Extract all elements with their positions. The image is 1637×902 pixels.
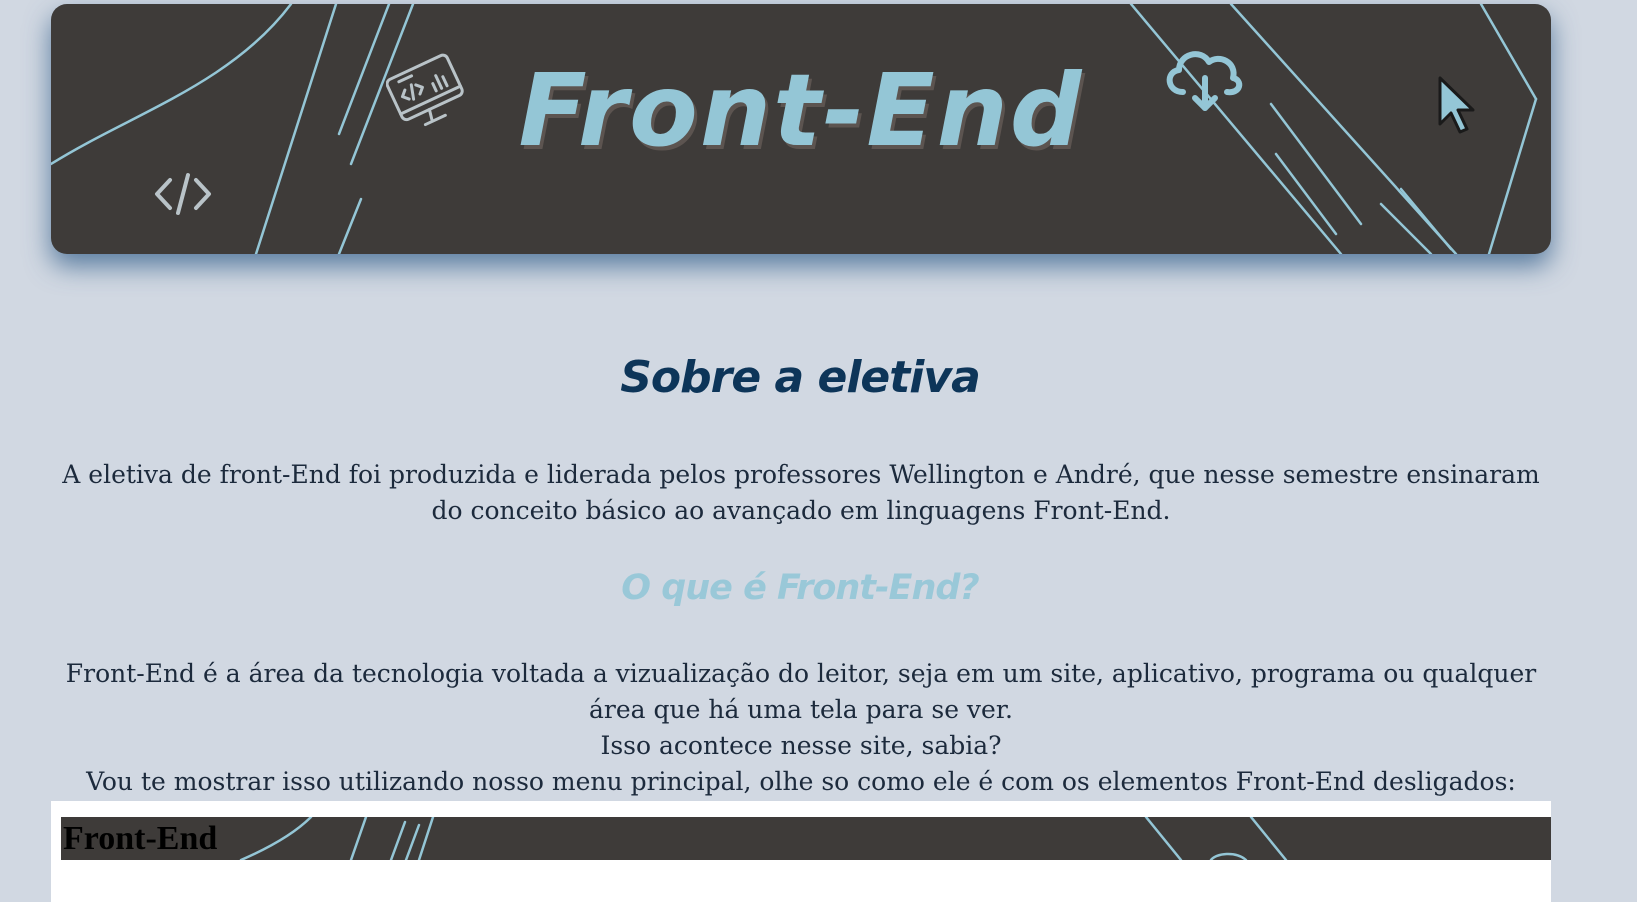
unstyled-menu-demo: Front-End	[51, 801, 1551, 902]
unstyled-menu-title: Front-End	[63, 820, 218, 857]
about-paragraph: A eletiva de front-End foi produzida e l…	[62, 460, 1540, 525]
what-is-line-2: Isso acontece nesse site, sabia?	[600, 731, 1002, 760]
cloud-download-icon	[1166, 51, 1243, 111]
about-heading: Sobre a eletiva	[620, 352, 981, 403]
demo-decoration-lines	[239, 817, 1288, 860]
unstyled-menu-banner: Front-End	[61, 817, 1551, 860]
banner-title: Front-End	[518, 52, 1084, 169]
what-is-paragraph: Front-End é a área da tecnologia voltada…	[51, 656, 1551, 800]
code-icon	[155, 173, 211, 215]
header-banner: Front-End	[51, 4, 1551, 254]
what-is-line-1: Front-End é a área da tecnologia voltada…	[65, 659, 1537, 724]
what-is-line-3: Vou te mostrar isso utilizando nosso men…	[86, 767, 1516, 796]
what-is-heading: O que é Front-End?	[621, 568, 979, 608]
cursor-icon	[1438, 76, 1475, 134]
